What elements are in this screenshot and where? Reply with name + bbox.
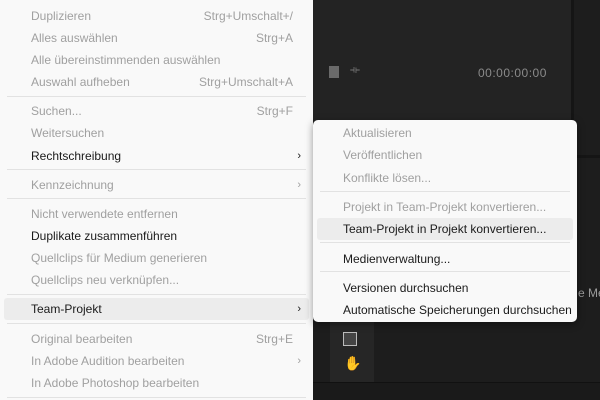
chevron-right-icon: ›: [297, 355, 301, 367]
menu-item[interactable]: Original bearbeiten Strg+E: [0, 328, 313, 350]
audio-waveform-icon: ⟛: [350, 64, 360, 76]
menu-separator: [7, 169, 306, 170]
menu-separator: [7, 96, 306, 97]
menu-item-label: Original bearbeiten: [31, 332, 133, 346]
menu-item-label: Duplizieren: [31, 9, 92, 23]
menu-item-label: Aktualisieren: [343, 126, 412, 140]
tools-panel: [330, 320, 374, 382]
menu-item-label: Medienverwaltung...: [343, 252, 451, 266]
menu-item-label: Konflikte lösen...: [343, 171, 432, 185]
menu-item-label: In Adobe Photoshop bearbeiten: [31, 376, 200, 390]
menu-item-label: Nicht verwendete entfernen: [31, 207, 178, 221]
menu-separator: [7, 397, 306, 398]
menu-item[interactable]: Rechtschreibung ›: [0, 145, 313, 167]
menu-item[interactable]: Alle übereinstimmenden auswählen: [0, 49, 313, 71]
shortcut-label: Strg+Umschalt+/: [203, 9, 293, 23]
menu-item-label: Versionen durchsuchen: [343, 281, 469, 295]
chevron-right-icon: ›: [297, 303, 301, 315]
menu-item-label: Duplikate zusammenführen: [31, 229, 178, 243]
bottom-bar: [313, 382, 600, 400]
menu-item[interactable]: Kennzeichnung ›: [0, 174, 313, 196]
menu-item-label: Veröffentlichen: [343, 148, 423, 162]
menu-item-label: Weitersuchen: [31, 126, 105, 140]
menu-item-label: Auswahl aufheben: [31, 75, 130, 89]
menu-item[interactable]: Duplikate zusammenführen: [0, 225, 313, 247]
menu-item-label: Alle übereinstimmenden auswählen: [31, 53, 221, 67]
menu-item[interactable]: Medienverwaltung...: [313, 248, 577, 270]
menu-item-label: Automatische Speicherungen durchsuchen: [343, 303, 572, 317]
menu-item-label: Quellclips für Medium generieren: [31, 251, 208, 265]
timecode: 00:00:00:00: [478, 66, 547, 80]
menu-item[interactable]: Quellclips neu verknüpfen...: [0, 269, 313, 291]
menu-item-label: Team-Projekt: [31, 302, 102, 316]
menu-separator: [7, 323, 306, 324]
menu-separator: [7, 198, 306, 199]
menu-item[interactable]: Veröffentlichen: [313, 144, 577, 166]
menu-item[interactable]: Suchen... Strg+F: [0, 100, 313, 122]
menu-item-label: Suchen...: [31, 104, 82, 118]
rectangle-tool-icon[interactable]: [343, 332, 357, 346]
menu-separator: [320, 242, 570, 243]
menu-item[interactable]: Nicht verwendete entfernen: [0, 203, 313, 225]
menu-separator: [320, 191, 570, 192]
menu-item[interactable]: Team-Projekt in Projekt konvertieren...: [317, 218, 573, 240]
menu-item-label: Kennzeichnung: [31, 178, 114, 192]
menu-item[interactable]: In Adobe Audition bearbeiten ›: [0, 350, 313, 372]
chevron-right-icon: ›: [297, 179, 301, 191]
menu-item[interactable]: Weitersuchen: [0, 122, 313, 144]
shortcut-label: Strg+A: [255, 31, 293, 45]
menu-item[interactable]: Quellclips für Medium generieren: [0, 247, 313, 269]
shortcut-label: Strg+Umschalt+A: [198, 75, 293, 89]
menu-item[interactable]: In Adobe Photoshop bearbeiten: [0, 372, 313, 394]
shortcut-label: Strg+E: [255, 332, 293, 346]
menu-item[interactable]: Duplizieren Strg+Umschalt+/: [0, 5, 313, 27]
menu-item[interactable]: Projekt in Team-Projekt konvertieren...: [313, 196, 577, 218]
context-menu: Duplizieren Strg+Umschalt+/ Alles auswähle…: [0, 0, 313, 400]
menu-item[interactable]: Aktualisieren: [313, 122, 577, 144]
hand-tool-icon[interactable]: ✋: [344, 355, 361, 372]
menu-item[interactable]: Auswahl aufheben Strg+Umschalt+A: [0, 71, 313, 93]
menu-item-label: Projekt in Team-Projekt konvertieren...: [343, 200, 547, 214]
menu-item-label: Alles auswählen: [31, 31, 118, 45]
partial-label: e Med: [578, 286, 600, 300]
shortcut-label: Strg+F: [256, 104, 293, 118]
menu-separator: [320, 271, 570, 272]
clip-icon: [329, 66, 339, 78]
menu-item-label: Team-Projekt in Projekt konvertieren...: [343, 222, 547, 236]
menu-item[interactable]: Automatische Speicherungen durchsuchen: [313, 299, 577, 321]
menu-item-label: Rechtschreibung: [31, 149, 122, 163]
menu-item[interactable]: Alles auswählen Strg+A: [0, 27, 313, 49]
team-projekt-submenu: Aktualisieren Veröffentlichen Konflikte lö…: [313, 120, 577, 322]
chevron-right-icon: ›: [297, 150, 301, 162]
menu-item[interactable]: Konflikte lösen...: [313, 167, 577, 189]
menu-item-label: Quellclips neu verknüpfen...: [31, 273, 180, 287]
menu-item-label: In Adobe Audition bearbeiten: [31, 354, 185, 368]
menu-separator: [7, 294, 306, 295]
menu-item[interactable]: Team-Projekt ›: [4, 298, 309, 320]
menu-item[interactable]: Versionen durchsuchen: [313, 277, 577, 299]
